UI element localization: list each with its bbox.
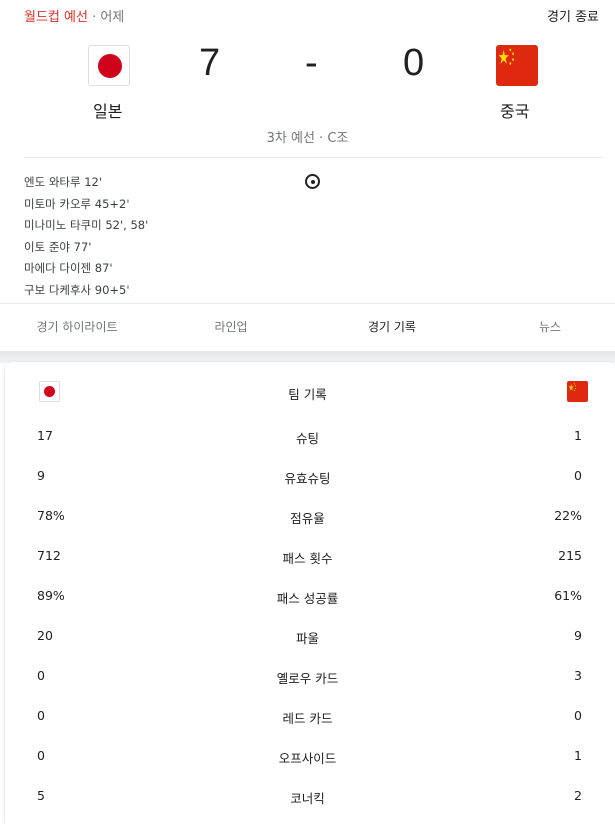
stat-row-shots: 17 슈팅 1 xyxy=(0,428,615,448)
goal-scorer: 미토마 카오루 45+2' xyxy=(24,196,130,211)
away-stat-value: 0 xyxy=(574,708,582,723)
away-score: 0 xyxy=(403,42,425,84)
stat-row-pass-accuracy: 89% 패스 성공률 61% xyxy=(0,588,615,608)
goal-scorer: 마에다 다이젠 87' xyxy=(24,261,113,275)
stat-row-shots-on-target: 9 유효슈팅 0 xyxy=(0,468,615,488)
match-header: 월드컵 예선 · 어제 경기 종료 xyxy=(0,0,615,30)
stat-label: 점유율 xyxy=(290,511,325,526)
stat-label: 오프사이드 xyxy=(278,751,337,766)
stat-label: 코너킥 xyxy=(290,791,325,806)
away-stat-value: 22% xyxy=(554,508,582,523)
soccer-ball-icon xyxy=(305,174,320,189)
stat-row-passes: 712 패스 횟수 215 xyxy=(0,548,615,568)
goal-scorer: 엔도 와타루 12' xyxy=(24,175,103,189)
round-info: 3차 예선 · C조 xyxy=(266,131,349,146)
away-stat-value: 0 xyxy=(574,468,582,483)
match-status: 경기 종료 xyxy=(547,10,599,25)
stat-label: 슈팅 xyxy=(295,431,319,446)
away-stat-value: 61% xyxy=(554,588,582,603)
competition-link[interactable]: 월드컵 예선 xyxy=(24,10,88,25)
stat-row-corners: 5 코너킥 2 xyxy=(0,788,615,808)
header-separator: · xyxy=(87,10,101,25)
tab-match-stats[interactable]: 경기 기록 xyxy=(316,304,468,352)
tab-lineup[interactable]: 라인업 xyxy=(154,304,308,352)
goal-scorer: 미나미노 타쿠미 52', 58' xyxy=(24,218,149,232)
score-separator: - xyxy=(305,42,318,84)
china-flag-icon[interactable] xyxy=(496,45,538,86)
competition-info: 월드컵 예선 · 어제 xyxy=(24,6,124,25)
stat-row-fouls: 20 파울 9 xyxy=(0,628,615,648)
home-score: 7 xyxy=(199,42,221,84)
stat-row-possession: 78% 점유율 22% xyxy=(0,508,615,528)
stat-row-yellow-cards: 0 옐로우 카드 3 xyxy=(0,668,615,688)
away-stat-value: 1 xyxy=(574,428,582,443)
japan-flag-icon[interactable] xyxy=(88,45,130,86)
stat-row-offsides: 0 오프사이드 1 xyxy=(0,748,615,768)
away-stat-value: 9 xyxy=(574,628,582,643)
japan-flag-disc xyxy=(98,54,122,78)
home-team-name[interactable]: 일본 xyxy=(93,98,122,122)
stats-title: 팀 기록 xyxy=(288,387,327,402)
stat-label: 옐로우 카드 xyxy=(276,671,339,686)
goal-scorer: 이토 준야 77' xyxy=(24,239,92,254)
stat-label: 레드 카드 xyxy=(282,711,333,726)
away-stat-value: 215 xyxy=(558,548,582,563)
away-stat-value: 1 xyxy=(574,748,582,763)
goal-scorers-list: 엔도 와타루 12' 미토마 카오루 45+2' 미나미노 타쿠미 52', 5… xyxy=(24,172,148,301)
away-stat-value: 3 xyxy=(574,668,582,683)
stat-row-red-cards: 0 레드 카드 0 xyxy=(0,708,615,728)
match-tabs: 경기 하이라이트 라인업 경기 기록 뉴스 xyxy=(0,303,615,351)
tab-highlights[interactable]: 경기 하이라이트 xyxy=(0,304,154,352)
stat-label: 패스 성공률 xyxy=(276,591,339,606)
china-flag-icon xyxy=(567,381,588,402)
stat-label: 유효슈팅 xyxy=(284,471,331,486)
stat-label: 파울 xyxy=(295,631,319,646)
goal-scorer: 구보 다케후사 90+5' xyxy=(24,282,130,297)
away-stat-value: 2 xyxy=(574,788,582,803)
divider xyxy=(24,157,603,158)
tab-news[interactable]: 뉴스 xyxy=(470,304,615,352)
match-date: 어제 xyxy=(100,10,125,25)
away-team-name[interactable]: 중국 xyxy=(500,98,529,122)
stat-label: 패스 횟수 xyxy=(282,551,333,566)
